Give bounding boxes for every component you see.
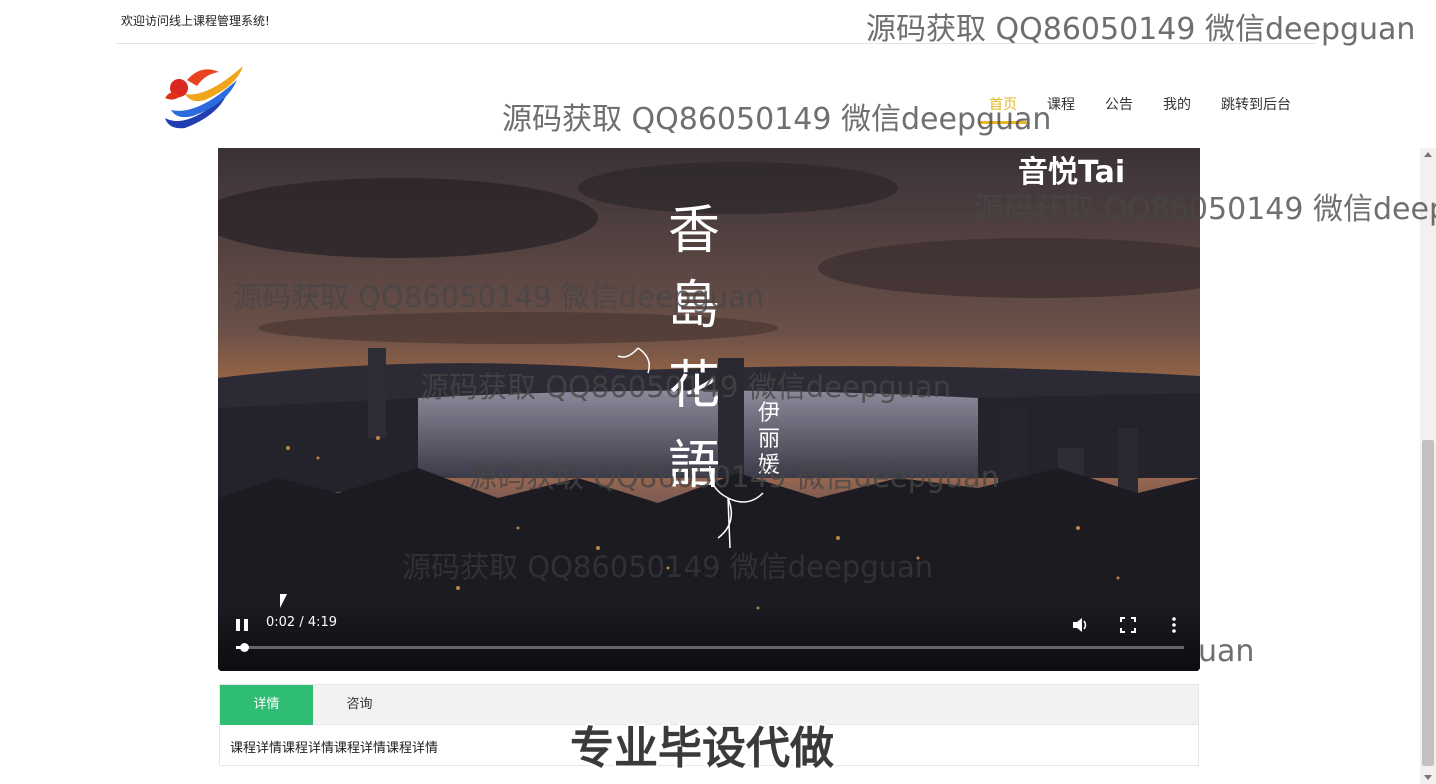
site-logo[interactable] <box>157 58 249 134</box>
fullscreen-icon[interactable] <box>1118 615 1138 635</box>
scroll-thumb[interactable] <box>1422 440 1434 766</box>
tab-details[interactable]: 详情 <box>220 685 313 725</box>
header: 首页 课程 公告 我的 跳转到后台 <box>117 44 1315 148</box>
watermark-text: uan <box>1198 634 1255 669</box>
course-tabs: 详情 咨询 课程详情课程详情课程详情课程详情 <box>219 684 1199 766</box>
overlay-title-char-1: 香 <box>668 201 720 261</box>
main-nav: 首页 课程 公告 我的 跳转到后台 <box>959 94 1291 124</box>
more-options-icon[interactable] <box>1164 615 1184 635</box>
overlay-artist-1: 伊 <box>758 401 780 426</box>
nav-courses[interactable]: 课程 <box>1047 94 1075 124</box>
overlay-title-char-2: 島 <box>668 276 720 336</box>
welcome-text: 欢迎访问线上课程管理系统! <box>121 14 270 28</box>
page-scrollbar[interactable] <box>1420 148 1436 784</box>
page: 欢迎访问线上课程管理系统! 首页 课程 公告 我的 跳转到后台 香 島 花 語 … <box>0 0 1436 784</box>
video-progress-bar[interactable] <box>236 643 1184 652</box>
overlay-brand: 音悦Tai <box>1018 155 1125 190</box>
nav-home[interactable]: 首页 <box>979 94 1027 124</box>
nav-admin[interactable]: 跳转到后台 <box>1221 94 1291 124</box>
tab-content: 课程详情课程详情课程详情课程详情 <box>230 741 439 756</box>
overlay-title-char-3: 花 <box>668 356 720 416</box>
pause-button[interactable] <box>234 617 250 635</box>
video-frame: 香 島 花 語 伊 丽 媛 音悦Tai <box>218 148 1200 671</box>
overlay-title-char-4: 語 <box>668 436 720 496</box>
overlay-artist-3: 媛 <box>758 453 780 478</box>
nav-announcements[interactable]: 公告 <box>1105 94 1133 124</box>
nav-mine[interactable]: 我的 <box>1163 94 1191 124</box>
volume-icon[interactable] <box>1070 615 1090 635</box>
scroll-down-icon[interactable] <box>1424 775 1432 780</box>
time-display: 0:02 / 4:19 <box>266 615 338 630</box>
mouse-cursor-icon <box>280 594 287 608</box>
video-controls: 0:02 / 4:19 <box>218 601 1200 671</box>
overlay-artist-2: 丽 <box>758 427 780 452</box>
video-player[interactable]: 香 島 花 語 伊 丽 媛 音悦Tai 0:02 / 4:19 <box>218 148 1200 671</box>
tab-bar: 详情 咨询 <box>220 685 1198 725</box>
scroll-up-icon[interactable] <box>1424 152 1432 157</box>
top-bar: 欢迎访问线上课程管理系统! <box>117 0 1315 44</box>
tab-consult[interactable]: 咨询 <box>313 685 406 725</box>
video-progress-knob[interactable] <box>239 643 249 652</box>
